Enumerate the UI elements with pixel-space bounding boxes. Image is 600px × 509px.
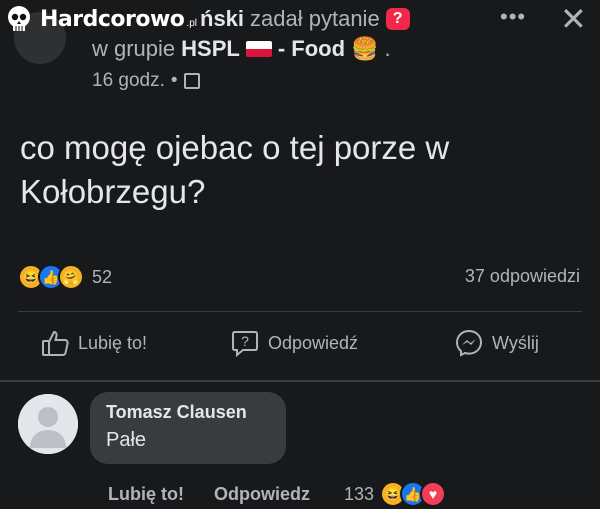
watermark-suffix: .pl [186,17,197,29]
messenger-icon [455,329,483,357]
reaction-summary[interactable]: 😆 👍 🤗 52 [18,264,112,290]
post-meta: 16 godz. • [92,70,200,92]
post-action: zadał pytanie [250,6,380,31]
love-reaction-icon: ♥ [420,481,447,507]
care-reaction-icon: 🤗 [58,264,84,290]
poland-flag-icon [245,41,272,57]
answers-count[interactable]: 37 odpowiedzi [465,266,580,287]
comment-reaction-count[interactable]: 133 [344,484,374,505]
comment-actions: Lubię to! Odpowiedz 133 😆 👍 ♥ [108,481,447,507]
answer-button-label: Odpowiedź [268,332,359,353]
in-group-label: w grupie [92,36,176,61]
divider [0,380,600,382]
question-bubble-icon: ? [232,331,258,358]
watermark-text: Hardcorowo [40,6,185,32]
group-name-prefix[interactable]: HSPL [181,36,240,62]
group-trailing: . [384,36,391,61]
skull-icon [8,6,30,31]
commenter-avatar[interactable] [18,394,78,454]
comment-reply-button[interactable]: Odpowiedz [214,484,310,505]
answer-button[interactable]: ? Odpowiedź [230,328,358,358]
group-name-suffix[interactable]: - Food [278,36,345,62]
post-time[interactable]: 16 godz. [92,70,165,92]
svg-text:?: ? [241,333,249,349]
group-privacy-icon [183,73,200,89]
comment-like-button[interactable]: Lubię to! [108,484,184,505]
post-header-author: ński zadał pytanie ? [200,6,410,32]
burger-icon: 🍔 [351,36,379,61]
post-header-group: w grupie HSPL - Food 🍔 . [92,36,391,62]
question-icon: ? [385,8,410,30]
post-text: co mogę ojebac o tej porze w Kołobrzegu? [20,129,450,210]
send-button[interactable]: Wyślij [454,328,539,358]
close-icon[interactable]: ✕ [560,0,587,38]
author-name[interactable]: ński [200,6,244,32]
like-button-label: Lubię to! [78,332,148,353]
reaction-count: 52 [92,266,113,287]
divider [18,311,582,312]
watermark-logo: Hardcorowo .pl [4,4,197,34]
comment-author[interactable]: Tomasz Clausen [106,402,270,423]
meta-dot: • [170,70,178,91]
comment-text: Pałe [106,429,147,451]
default-avatar-icon [18,394,78,454]
send-button-label: Wyślij [492,332,539,353]
like-button[interactable]: Lubię to! [40,328,147,358]
comment-bubble[interactable]: Tomasz Clausen Pałe [90,392,286,464]
more-options-icon[interactable]: ••• [500,4,526,30]
thumbs-up-icon [42,330,69,356]
